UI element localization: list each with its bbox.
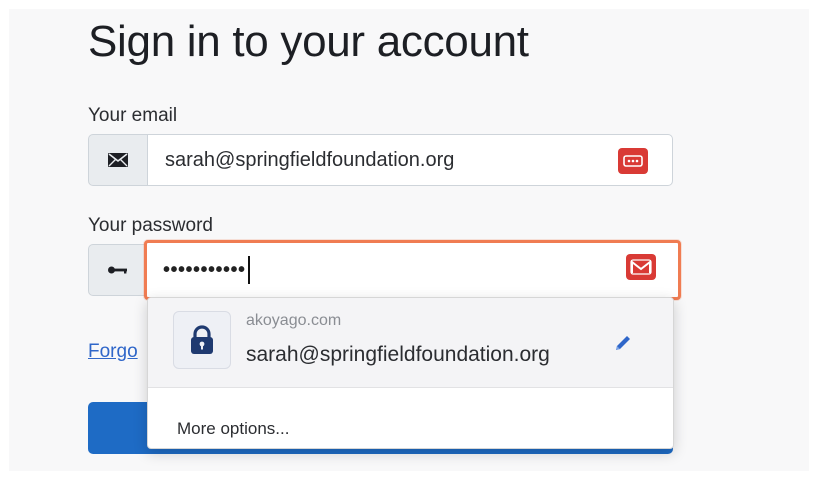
pencil-icon[interactable] (610, 330, 636, 356)
lock-icon (191, 325, 213, 354)
email-addon (88, 134, 148, 186)
autofill-dropdown: akoyago.com sarah@springfieldfoundation.… (147, 297, 674, 449)
password-label: Your password (88, 215, 213, 236)
lock-tile (173, 311, 231, 369)
autofill-site: akoyago.com (246, 312, 342, 329)
password-addon (88, 244, 148, 296)
pencil-icon (616, 336, 630, 350)
password-input-group: ••••••••••• (88, 240, 681, 300)
forgot-password-link[interactable]: Forgo (88, 341, 138, 363)
password-manager-icon[interactable] (618, 148, 648, 174)
password-manager-icon (630, 259, 652, 275)
text-cursor (247, 256, 250, 284)
password-manager-icon (623, 155, 643, 167)
envelope-icon (108, 153, 128, 167)
email-input-group: sarah@springfieldfoundation.org (88, 134, 673, 186)
password-field[interactable]: ••••••••••• (144, 240, 681, 300)
password-manager-icon[interactable] (626, 254, 656, 280)
password-value: ••••••••••• (163, 259, 246, 281)
more-options-item[interactable]: More options... (177, 419, 289, 439)
autofill-username: sarah@springfieldfoundation.org (246, 343, 550, 366)
page-title: Sign in to your account (88, 17, 529, 66)
key-icon (108, 266, 127, 274)
email-label: Your email (88, 105, 178, 126)
email-field[interactable]: sarah@springfieldfoundation.org (147, 134, 673, 186)
email-value: sarah@springfieldfoundation.org (165, 148, 455, 171)
signin-panel: Sign in to your account Your email sarah… (9, 9, 809, 471)
autofill-login-item[interactable]: akoyago.com sarah@springfieldfoundation.… (148, 298, 673, 388)
